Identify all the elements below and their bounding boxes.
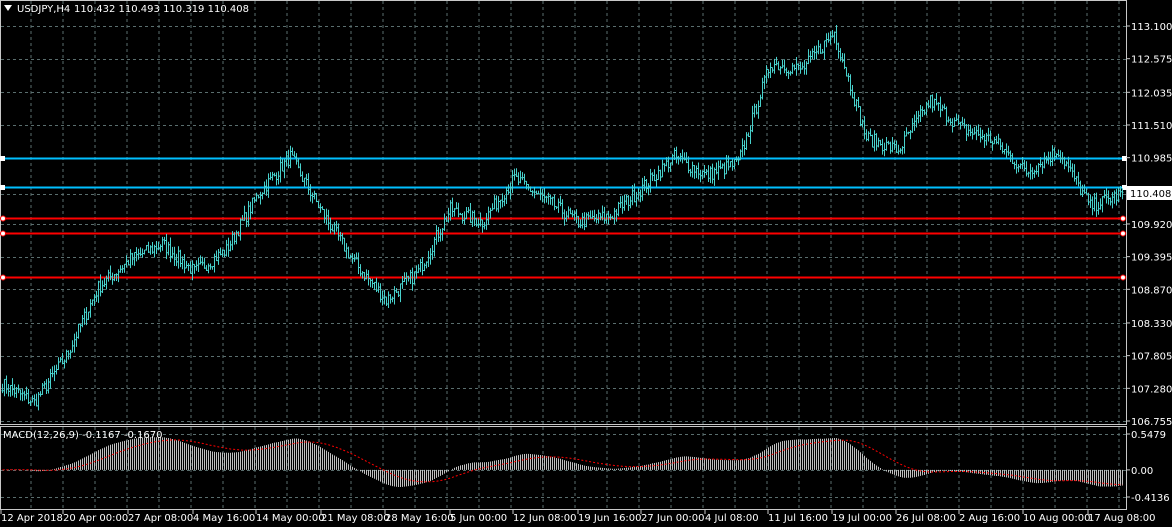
resistance-handle[interactable]: [1122, 156, 1127, 161]
price-tick-label: 113.100: [1131, 22, 1172, 33]
price-tick-label: 108.330: [1131, 319, 1172, 330]
time-tick-label: 28 May 16:00: [385, 513, 454, 524]
time-tick-label: 5 Jun 00:00: [450, 513, 507, 524]
time-tick-label: 11 Jul 16:00: [768, 513, 828, 524]
time-tick-label: 17 Aug 08:00: [1088, 513, 1155, 524]
support-handle[interactable]: [1120, 215, 1126, 222]
time-tick-label: 19 Jul 00:00: [832, 513, 892, 524]
time-tick-label: 12 Jun 08:00: [513, 513, 577, 524]
time-tick-label: 4 May 16:00: [193, 513, 255, 524]
price-tick-label: 109.395: [1131, 253, 1172, 264]
price-tick-label: 111.510: [1131, 121, 1172, 132]
chart-background: [0, 0, 1172, 527]
time-tick-label: 4 Jul 08:00: [705, 513, 759, 524]
resistance-handle[interactable]: [0, 156, 5, 161]
symbol-label: USDJPY,H4: [17, 4, 70, 15]
current-price-value: 110.408: [1130, 189, 1171, 200]
macd-label: MACD(12,26,9) -0.1167 -0.1670: [3, 430, 163, 441]
time-tick-label: 27 Jun 00:00: [641, 513, 705, 524]
price-tick-label: 109.920: [1131, 220, 1172, 231]
trading-chart[interactable]: USDJPY,H4 110.432 110.493 110.319 110.40…: [0, 0, 1172, 527]
support-handle[interactable]: [1120, 274, 1126, 281]
price-tick-label: 112.035: [1131, 88, 1172, 99]
macd-tick-label: -0.4136: [1131, 493, 1170, 504]
support-handle[interactable]: [0, 274, 6, 281]
time-tick-label: 19 Jun 16:00: [578, 513, 642, 524]
time-tick-label: 14 May 00:00: [256, 513, 325, 524]
time-tick-label: 27 Apr 08:00: [128, 513, 193, 524]
support-handle[interactable]: [0, 215, 6, 222]
time-axis: 12 Apr 2018 20 Apr 00:00 27 Apr 08:00 4 May…: [0, 510, 1155, 524]
support-handle[interactable]: [1120, 230, 1126, 237]
time-tick-label: 2 Aug 16:00: [959, 513, 1020, 524]
price-tick-label: 107.280: [1131, 384, 1172, 395]
price-tick-label: 108.870: [1131, 285, 1172, 296]
current-price-badge: 110.408: [1127, 186, 1172, 200]
price-tick-label: 110.985: [1131, 154, 1172, 165]
price-tick-label: 106.755: [1131, 417, 1172, 428]
resistance-handle[interactable]: [0, 185, 5, 190]
time-tick-label: 10 Aug 00:00: [1023, 513, 1090, 524]
time-tick-label: 20 Apr 00:00: [63, 513, 128, 524]
support-handle[interactable]: [0, 230, 6, 237]
time-tick-label: 26 Jul 08:00: [896, 513, 956, 524]
macd-tick-label: 0.00: [1131, 466, 1153, 477]
time-tick-label: 21 May 08:00: [321, 513, 390, 524]
time-tick-label: 12 Apr 2018: [1, 513, 63, 524]
macd-tick-label: 0.5479: [1131, 430, 1166, 441]
price-tick-label: 112.575: [1131, 55, 1172, 66]
price-tick-label: 107.805: [1131, 352, 1172, 363]
ohlc-values: 110.432 110.493 110.319 110.408: [74, 4, 249, 15]
